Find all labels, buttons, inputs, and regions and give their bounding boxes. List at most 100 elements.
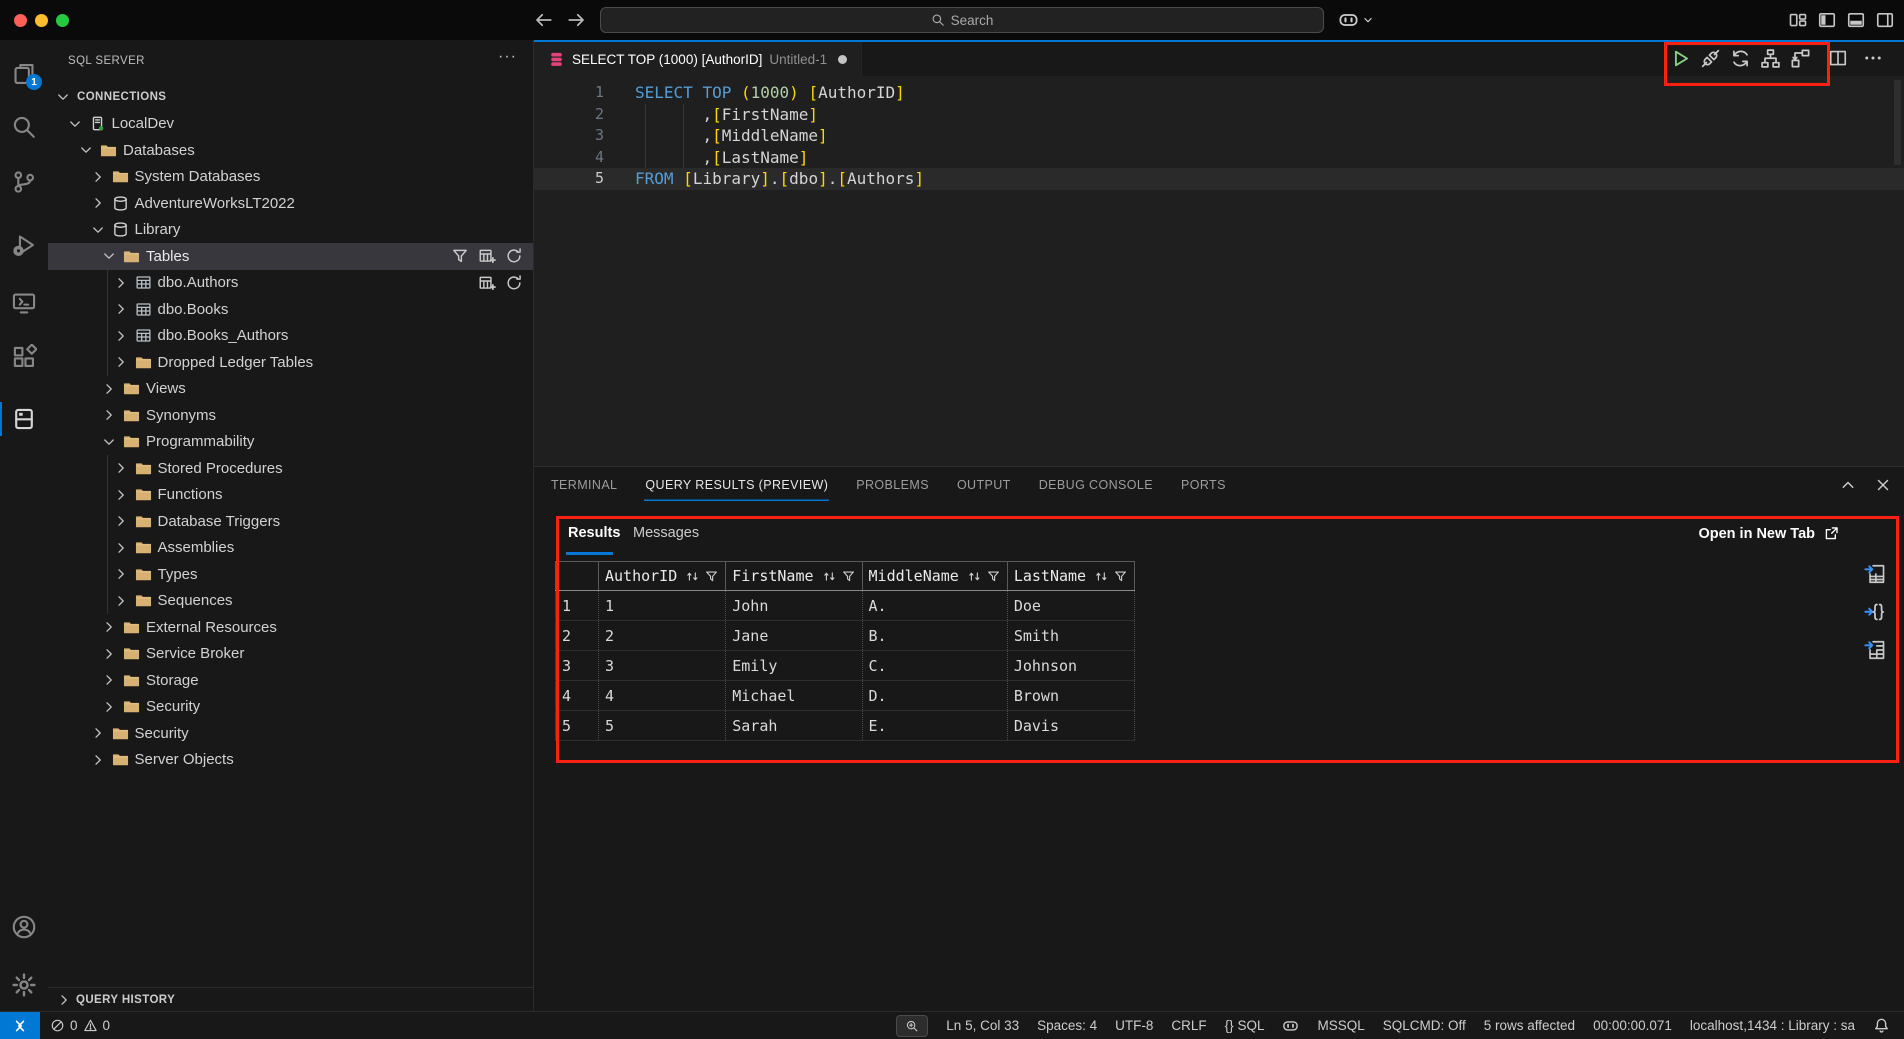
toggle-primary-sidebar-icon[interactable] <box>1817 10 1837 30</box>
grid-cell-lastname[interactable]: Brown <box>1007 681 1134 711</box>
save-csv-icon[interactable] <box>1864 563 1886 585</box>
tree-item-external-resources[interactable]: External Resources <box>48 614 533 641</box>
grid-cell-firstname[interactable]: John <box>726 591 862 621</box>
tree-item-dbo-books-authors[interactable]: dbo.Books_Authors <box>48 323 533 350</box>
chevron-right-icon[interactable] <box>90 169 106 185</box>
tree-item-system-databases[interactable]: System Databases <box>48 164 533 191</box>
problems-status[interactable]: 0 0 <box>50 1018 110 1033</box>
macos-close-button[interactable] <box>14 14 27 27</box>
modified-dot-icon[interactable] <box>838 55 847 64</box>
tree-item-database-triggers[interactable]: Database Triggers <box>48 508 533 535</box>
chevron-down-icon[interactable] <box>78 142 94 158</box>
chevron-right-icon[interactable] <box>113 460 129 476</box>
grid-column-header-lastname[interactable]: LastName <box>1007 562 1134 591</box>
nav-forward-icon[interactable] <box>566 10 586 30</box>
grid-cell-authorid[interactable]: 5 <box>599 711 726 741</box>
panel-tab-output[interactable]: OUTPUT <box>956 469 1012 501</box>
table-new-icon[interactable] <box>478 247 496 265</box>
grid-corner-cell[interactable] <box>556 562 599 591</box>
open-in-new-tab-button[interactable]: Open in New Tab <box>1698 525 1840 542</box>
tree-item-library[interactable]: Library <box>48 217 533 244</box>
grid-column-header-authorid[interactable]: AuthorID <box>599 562 726 591</box>
actual-plan-icon[interactable] <box>1790 48 1811 69</box>
chevron-right-icon[interactable] <box>90 725 106 741</box>
activity-item-run-debug[interactable] <box>0 228 48 262</box>
status-rows-affected[interactable]: 5 rows affected <box>1484 1018 1575 1033</box>
chevron-right-icon[interactable] <box>113 328 129 344</box>
split-editor-icon[interactable] <box>1828 48 1848 68</box>
customize-layout-icon[interactable] <box>1788 10 1808 30</box>
code-line-4[interactable]: 4 ,[LastName] <box>534 147 1904 169</box>
grid-cell-firstname[interactable]: Sarah <box>726 711 862 741</box>
code-line-5[interactable]: 5FROM [Library].[dbo].[Authors] <box>534 168 1904 190</box>
grid-cell-middlename[interactable]: A. <box>862 591 1007 621</box>
chevron-right-icon[interactable] <box>101 619 117 635</box>
grid-row-4[interactable]: 44MichaelD.Brown <box>556 681 1135 711</box>
filter-icon[interactable] <box>451 247 469 265</box>
chevron-right-icon[interactable] <box>113 566 129 582</box>
nav-back-icon[interactable] <box>534 10 554 30</box>
run-query-icon[interactable] <box>1670 48 1691 69</box>
save-json-icon[interactable] <box>1864 601 1886 623</box>
section-query-history[interactable]: QUERY HISTORY <box>48 987 533 1012</box>
tree-item-connections[interactable]: CONNECTIONS <box>48 84 533 111</box>
tree-item-views[interactable]: Views <box>48 376 533 403</box>
tree-item-functions[interactable]: Functions <box>48 482 533 509</box>
status-provider[interactable]: MSSQL <box>1317 1018 1364 1033</box>
activity-item-search[interactable] <box>0 110 48 144</box>
grid-cell-middlename[interactable]: B. <box>862 621 1007 651</box>
command-center-search[interactable]: Search <box>600 7 1324 33</box>
activity-item-source-control[interactable] <box>0 165 48 199</box>
panel-tab-terminal[interactable]: TERMINAL <box>550 469 618 501</box>
notifications-icon[interactable] <box>1873 1017 1890 1034</box>
grid-cell-authorid[interactable]: 4 <box>599 681 726 711</box>
chevron-down-icon[interactable] <box>101 248 117 264</box>
grid-cell-lastname[interactable]: Doe <box>1007 591 1134 621</box>
grid-cell-authorid[interactable]: 1 <box>599 591 726 621</box>
grid-cell-firstname[interactable]: Jane <box>726 621 862 651</box>
tree-item-storage[interactable]: Storage <box>48 667 533 694</box>
row-number-cell[interactable]: 5 <box>556 711 599 741</box>
funnel-icon[interactable] <box>1113 569 1128 584</box>
sort-updown-icon[interactable] <box>822 569 837 584</box>
grid-column-header-firstname[interactable]: FirstName <box>726 562 862 591</box>
chevron-right-icon[interactable] <box>90 752 106 768</box>
tree-item-sequences[interactable]: Sequences <box>48 588 533 615</box>
toggle-panel-icon[interactable] <box>1846 10 1866 30</box>
macos-minimize-button[interactable] <box>35 14 48 27</box>
tree-item-server-objects[interactable]: Server Objects <box>48 747 533 774</box>
tree-item-databases[interactable]: Databases <box>48 137 533 164</box>
grid-cell-firstname[interactable]: Emily <box>726 651 862 681</box>
tree-item-types[interactable]: Types <box>48 561 533 588</box>
results-tab[interactable]: Results <box>568 525 620 541</box>
chevron-right-icon[interactable] <box>90 195 106 211</box>
chevron-right-icon[interactable] <box>113 513 129 529</box>
refresh-icon[interactable] <box>505 247 523 265</box>
estimated-plan-icon[interactable] <box>1760 48 1781 69</box>
activity-item-explorer[interactable]: 1 <box>0 57 48 91</box>
maximize-panel-icon[interactable] <box>1839 476 1857 494</box>
chevron-down-icon[interactable] <box>90 222 106 238</box>
activity-item-settings[interactable] <box>0 968 48 1002</box>
sort-updown-icon[interactable] <box>1094 569 1109 584</box>
chevron-right-icon[interactable] <box>113 593 129 609</box>
chevron-down-icon[interactable] <box>67 116 83 132</box>
tree-item-programmability[interactable]: Programmability <box>48 429 533 456</box>
table-new-icon[interactable] <box>478 274 496 292</box>
disconnect-icon[interactable] <box>1700 48 1721 69</box>
panel-tab-debug-console[interactable]: DEBUG CONSOLE <box>1038 469 1154 501</box>
row-number-cell[interactable]: 4 <box>556 681 599 711</box>
grid-cell-lastname[interactable]: Johnson <box>1007 651 1134 681</box>
grid-cell-authorid[interactable]: 3 <box>599 651 726 681</box>
chevron-right-icon[interactable] <box>113 354 129 370</box>
more-actions-icon[interactable] <box>1863 48 1883 68</box>
grid-cell-lastname[interactable]: Smith <box>1007 621 1134 651</box>
change-connection-icon[interactable] <box>1730 48 1751 69</box>
funnel-icon[interactable] <box>704 569 719 584</box>
panel-tab-query-results-preview-[interactable]: QUERY RESULTS (PREVIEW) <box>644 469 829 501</box>
row-number-cell[interactable]: 1 <box>556 591 599 621</box>
save-excel-icon[interactable] <box>1864 639 1886 661</box>
status-cursor-position[interactable]: Ln 5, Col 33 <box>946 1018 1019 1033</box>
code-editor[interactable]: 1SELECT TOP (1000) [AuthorID]2 ,[FirstNa… <box>534 76 1904 472</box>
activity-item-remote-explorer[interactable] <box>0 286 48 320</box>
